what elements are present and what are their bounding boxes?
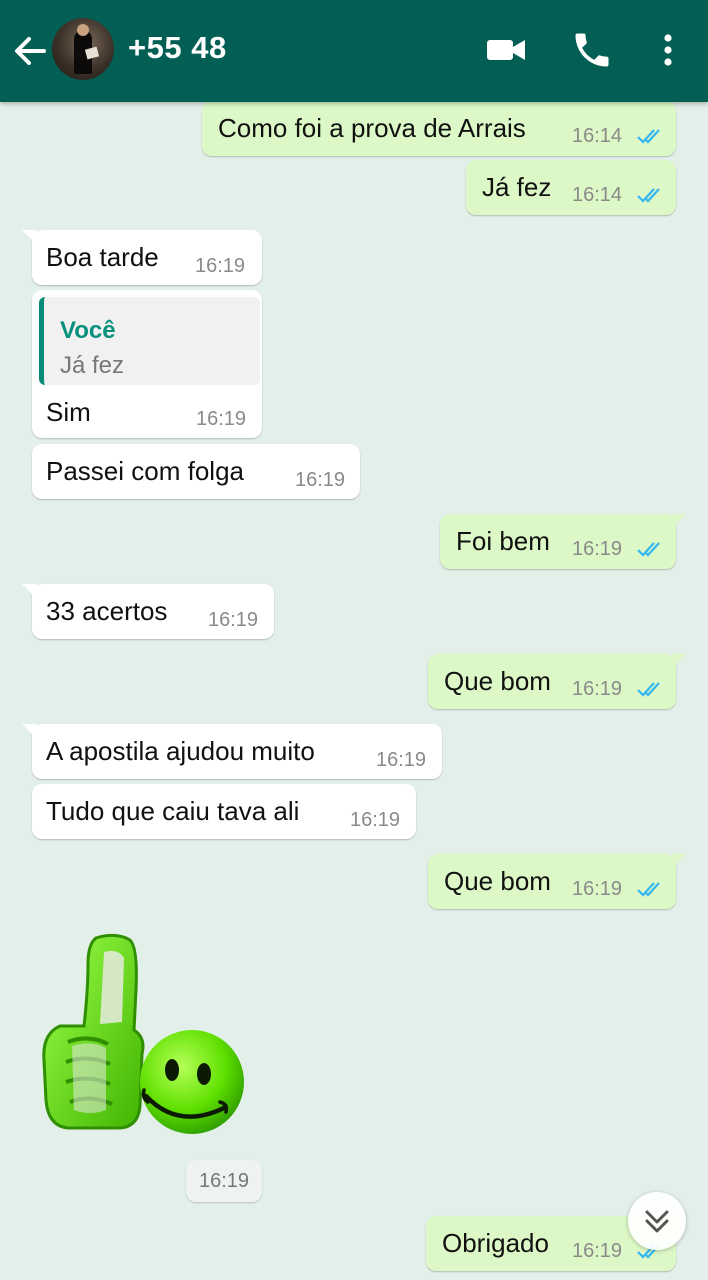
video-call-icon[interactable] — [484, 28, 528, 72]
message-bubble-outgoing[interactable]: Que bom 16:19 — [428, 654, 686, 709]
read-ticks-icon — [637, 129, 660, 144]
message-text: Passei com folga — [46, 456, 244, 486]
message-text: Já fez — [482, 172, 552, 202]
read-ticks-icon — [637, 188, 660, 203]
message-text: 33 acertos — [46, 596, 168, 626]
contact-avatar[interactable] — [52, 18, 114, 80]
message-time: 16:19 — [572, 878, 623, 900]
message-text: Tudo que caiu tava ali — [46, 796, 300, 826]
phone-icon[interactable] — [570, 28, 614, 72]
message-text: Que bom — [444, 866, 551, 896]
message-text: Obrigado — [442, 1228, 549, 1258]
read-ticks-icon — [637, 542, 660, 557]
message-text: Foi bem — [456, 526, 550, 556]
message-text: Boa tarde — [46, 242, 159, 272]
message-text: A apostila ajudou muito — [46, 736, 315, 766]
thumbs-up-smiley-sticker[interactable] — [38, 930, 253, 1145]
message-bubble-outgoing[interactable]: Que bom 16:19 — [428, 854, 686, 909]
chat-header: +55 48 — [0, 0, 708, 102]
quoted-message[interactable]: Você Já fez — [39, 297, 260, 385]
read-ticks-icon — [637, 682, 660, 697]
more-options-icon[interactable] — [646, 28, 690, 72]
contact-name[interactable]: +55 48 — [128, 30, 227, 66]
message-time: 16:19 — [196, 408, 247, 430]
bubble-tail — [22, 584, 36, 598]
message-bubble-incoming[interactable]: 33 acertos 16:19 — [22, 584, 274, 639]
message-bubble-incoming[interactable]: Boa tarde 16:19 — [22, 230, 262, 285]
message-text: Sim — [46, 397, 91, 427]
message-time: 16:14 — [572, 125, 623, 147]
quoted-author: Você — [60, 317, 116, 344]
back-arrow-icon[interactable] — [10, 31, 50, 71]
message-time: 16:19 — [572, 678, 623, 700]
message-time: 16:19 — [350, 809, 401, 831]
message-time: 16:19 — [376, 749, 427, 771]
message-time: 16:14 — [572, 184, 623, 206]
message-text: Que bom — [444, 666, 551, 696]
bubble-tail — [22, 230, 36, 244]
read-ticks-icon — [637, 882, 660, 897]
message-bubble-outgoing[interactable]: Já fez 16:14 — [466, 160, 676, 215]
bubble-tail — [672, 654, 686, 668]
message-time: 16:19 — [572, 538, 623, 560]
message-text: Como foi a prova de Arrais — [218, 113, 526, 143]
bubble-tail — [672, 514, 686, 528]
sticker-time: 16:19 — [186, 1160, 262, 1202]
message-bubble-incoming[interactable]: Tudo que caiu tava ali 16:19 — [32, 784, 416, 839]
message-bubble-outgoing[interactable]: Como foi a prova de Arrais 16:14 — [202, 101, 676, 156]
message-time: 16:19 — [195, 255, 246, 277]
quoted-text: Já fez — [60, 352, 125, 379]
bubble-tail — [22, 724, 36, 738]
message-time: 16:19 — [572, 1240, 623, 1262]
scroll-to-bottom-button[interactable] — [628, 1192, 686, 1250]
message-time: 16:19 — [295, 469, 346, 491]
message-time: 16:19 — [208, 609, 259, 631]
message-bubble-incoming[interactable]: A apostila ajudou muito 16:19 — [22, 724, 442, 779]
chevron-double-down-icon — [645, 1210, 669, 1233]
message-bubble-incoming[interactable]: Passei com folga 16:19 — [32, 444, 360, 499]
bubble-tail — [672, 854, 686, 868]
message-bubble-outgoing[interactable]: Foi bem 16:19 — [440, 514, 686, 569]
message-bubble-incoming-reply[interactable]: Você Já fez Sim 16:19 — [32, 290, 262, 438]
